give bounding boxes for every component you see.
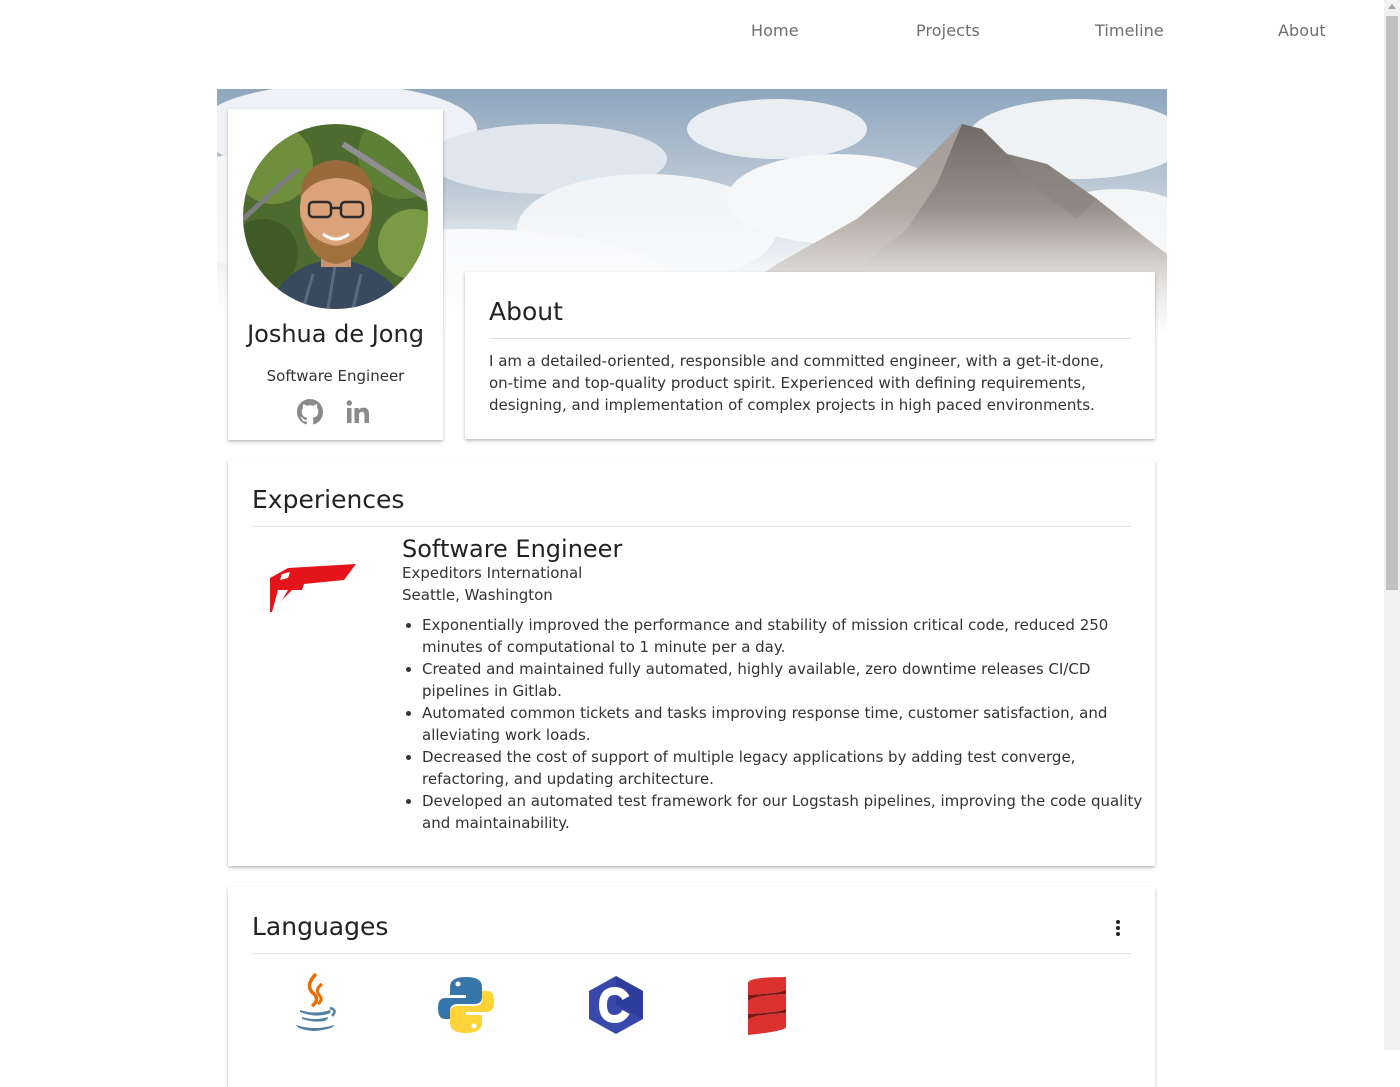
c-language-icon xyxy=(589,976,643,1034)
job-company: Expeditors International xyxy=(402,564,583,582)
scroll-up-arrow-icon[interactable] xyxy=(1388,4,1396,9)
avatar xyxy=(243,124,428,309)
linkedin-link[interactable] xyxy=(345,399,373,427)
scroll-thumb[interactable] xyxy=(1386,16,1398,590)
page-scrollbar[interactable] xyxy=(1384,0,1400,1050)
languages-title: Languages xyxy=(252,912,389,941)
expeditors-logo xyxy=(270,564,356,612)
list-item: Automated common tickets and tasks impro… xyxy=(422,702,1157,746)
list-item: Created and maintained fully automated, … xyxy=(422,658,1157,702)
experiences-card: Experiences Software Engineer Expeditors… xyxy=(228,460,1155,866)
divider xyxy=(489,338,1131,339)
github-link[interactable] xyxy=(297,399,325,427)
nav-about[interactable]: About xyxy=(1278,21,1326,40)
about-text: I am a detailed-oriented, responsible an… xyxy=(489,352,1104,414)
job-bullets: Exponentially improved the performance a… xyxy=(402,614,1157,834)
python-icon xyxy=(438,977,494,1033)
divider xyxy=(252,526,1131,527)
profile-photo xyxy=(243,124,428,309)
profile-role: Software Engineer xyxy=(266,367,405,385)
job-title: Software Engineer xyxy=(402,535,623,563)
list-item: Exponentially improved the performance a… xyxy=(422,614,1157,658)
about-title: About xyxy=(489,297,563,326)
social-links xyxy=(228,399,443,429)
job-location: Seattle, Washington xyxy=(402,586,553,604)
more-options-icon[interactable] xyxy=(1108,917,1128,939)
about-card: About I am a detailed-oriented, responsi… xyxy=(465,272,1155,439)
linkedin-icon xyxy=(346,400,369,423)
experiences-title: Experiences xyxy=(252,485,405,514)
languages-card: Languages xyxy=(228,887,1155,1087)
top-nav: Home Projects Timeline About xyxy=(0,0,1384,64)
scala-icon xyxy=(748,977,786,1035)
divider xyxy=(252,953,1131,954)
github-icon xyxy=(297,399,323,425)
profile-name: Joshua de Jong xyxy=(247,320,424,348)
profile-card: Joshua de Jong Software Engineer xyxy=(228,109,443,440)
java-icon xyxy=(296,972,336,1031)
list-item: Developed an automated test framework fo… xyxy=(422,790,1157,834)
nav-timeline[interactable]: Timeline xyxy=(1095,21,1164,40)
nav-projects[interactable]: Projects xyxy=(916,21,980,40)
list-item: Decreased the cost of support of multipl… xyxy=(422,746,1157,790)
nav-home[interactable]: Home xyxy=(751,21,799,40)
